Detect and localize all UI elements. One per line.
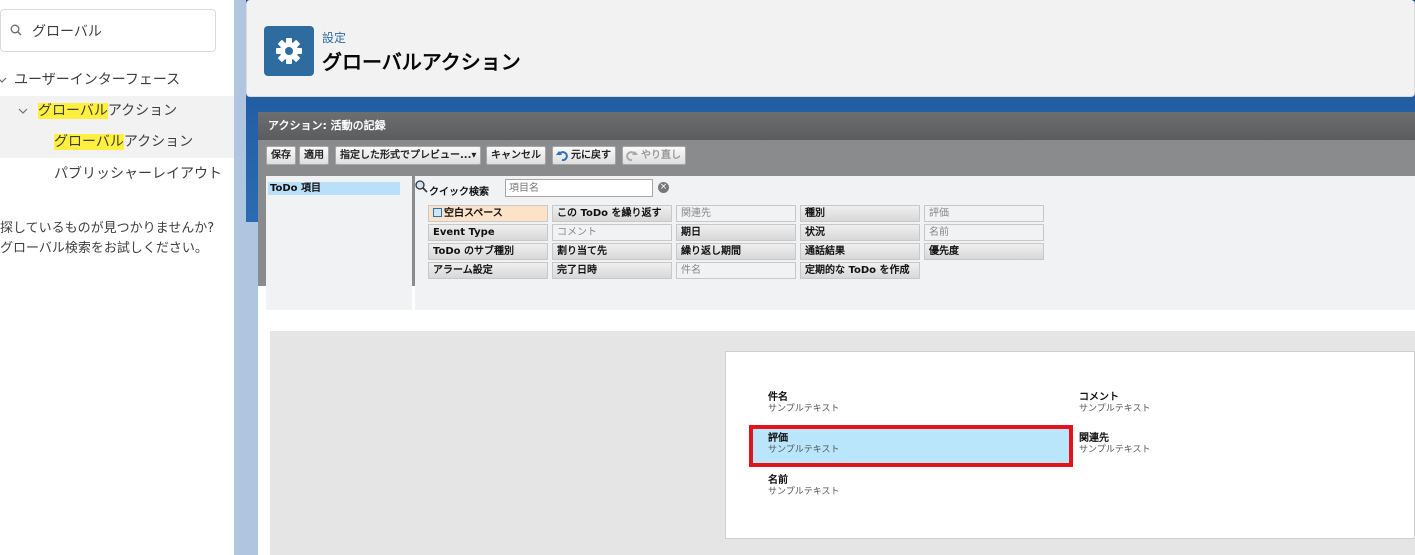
layout-canvas: 件名 サンプルテキスト コメント サンプルテキスト 評価 サンプルテキスト 関連… xyxy=(725,351,1415,539)
tree-item-label: アクション xyxy=(123,134,194,150)
field-sample: サンプルテキスト xyxy=(768,404,840,414)
palette-field[interactable]: アラーム設定 xyxy=(428,262,548,279)
undo-label: 元に戻す xyxy=(571,150,611,161)
palette-field[interactable]: 繰り返し期間 xyxy=(676,243,796,260)
palette-field[interactable]: 通話結果 xyxy=(800,243,920,260)
cancel-button[interactable]: キャンセル xyxy=(486,146,546,165)
redo-icon xyxy=(626,151,638,161)
undo-icon xyxy=(556,151,568,161)
palette-field[interactable]: 種別 xyxy=(800,205,920,222)
palette-field[interactable]: 期日 xyxy=(676,224,796,241)
preview-as-button[interactable]: 指定した形式でプレビュー...▾ xyxy=(335,146,482,165)
tree-item-publisher-layouts[interactable]: パブリッシャーレイアウト xyxy=(0,159,234,190)
palette-field[interactable]: この ToDo を繰り返す xyxy=(552,205,672,222)
field-label: 関連先 xyxy=(1079,433,1109,444)
palette-field[interactable]: 空白スペース xyxy=(428,205,548,222)
palette-field[interactable]: 評価 xyxy=(924,205,1044,222)
tree-item-global-actions-folder[interactable]: グローバルアクション xyxy=(0,96,234,127)
tree-item-label: アクション xyxy=(107,103,178,119)
palette-field[interactable]: ToDo のサブ種別 xyxy=(428,243,548,260)
editor-toolbar: 保存 適用 指定した形式でプレビュー...▾ キャンセル 元に戻す やり直し T… xyxy=(258,140,1415,355)
layout-field-name[interactable]: 名前 サンプルテキスト xyxy=(768,475,1068,498)
field-sample: サンプルテキスト xyxy=(1079,445,1151,455)
palette-field[interactable]: 関連先 xyxy=(676,205,796,222)
page-title: グローバルアクション xyxy=(322,50,521,74)
search-icon xyxy=(415,180,428,193)
tree-item-global-actions[interactable]: グローバルアクション xyxy=(0,127,234,158)
palette-field[interactable]: 定期的な ToDo を作成 xyxy=(800,262,920,279)
palette-field[interactable]: コメント xyxy=(552,224,672,241)
palette-field[interactable]: 名前 xyxy=(924,224,1044,241)
palette-category-list: ToDo 項目 xyxy=(266,176,412,310)
undo-button[interactable]: 元に戻す xyxy=(552,146,616,165)
search-match-highlight: グローバル xyxy=(54,134,124,150)
quick-search-label: クイック検索 xyxy=(429,187,489,198)
tree-item-label: ユーザーインターフェース xyxy=(14,72,181,88)
palette-field-label: 空白スペース xyxy=(444,208,503,219)
palette-field[interactable]: 件名 xyxy=(676,262,796,279)
redo-label: やり直し xyxy=(641,150,681,161)
layout-field-subject[interactable]: 件名 サンプルテキスト xyxy=(768,392,1068,415)
layout-field-rating[interactable]: 評価 サンプルテキスト xyxy=(768,433,1068,456)
chevron-down-icon[interactable] xyxy=(0,75,7,85)
setup-sidebar: グローバル ユーザーインターフェース グローバルアクション グローバルアクション… xyxy=(0,0,234,555)
palette-field[interactable]: 完了日時 xyxy=(552,262,672,279)
layout-canvas-area: 件名 サンプルテキスト コメント サンプルテキスト 評価 サンプルテキスト 関連… xyxy=(270,331,1415,555)
field-label: 名前 xyxy=(768,475,788,486)
layout-field-related[interactable]: 関連先 サンプルテキスト xyxy=(1079,433,1379,456)
not-found-line: 探しているものが見つかりませんか? xyxy=(0,221,215,236)
field-sample: サンプルテキスト xyxy=(768,487,840,497)
field-label: 件名 xyxy=(768,392,788,403)
blank-space-icon xyxy=(433,208,442,217)
palette-field[interactable]: 状況 xyxy=(800,224,920,241)
gear-icon xyxy=(264,26,314,76)
quick-search-input[interactable] xyxy=(505,179,653,197)
search-match-highlight: グローバル xyxy=(38,103,108,119)
palette-field[interactable]: 優先度 xyxy=(924,243,1044,260)
tree-item-user-interface[interactable]: ユーザーインターフェース xyxy=(0,65,234,96)
field-label: 評価 xyxy=(768,433,788,444)
save-button[interactable]: 保存 xyxy=(266,146,296,165)
page-header: 設定 グローバルアクション xyxy=(246,0,1415,97)
not-found-message: 探しているものが見つかりませんか? グローバル検索をお試しください。 xyxy=(0,219,234,259)
field-sample: サンプルテキスト xyxy=(768,445,840,455)
field-palette: クイック検索 × 空白スペース この ToDo を繰り返す関連先種別評価 Event… xyxy=(415,176,1415,355)
redo-button[interactable]: やり直し xyxy=(622,146,686,165)
palette-field[interactable]: 割り当て先 xyxy=(552,243,672,260)
layout-field-comment[interactable]: コメント サンプルテキスト xyxy=(1079,392,1379,415)
layout-editor: アクション: 活動の記録 保存 適用 指定した形式でプレビュー...▾ キャンセ… xyxy=(258,112,1415,555)
chevron-down-icon[interactable] xyxy=(18,106,28,116)
field-sample: サンプルテキスト xyxy=(1079,404,1151,414)
editor-title-bar: アクション: 活動の記録 xyxy=(258,112,1415,140)
palette-field[interactable]: Event Type xyxy=(428,224,548,241)
divider xyxy=(234,0,246,555)
category-todo-fields[interactable]: ToDo 項目 xyxy=(268,182,400,195)
global-search-hint: グローバル検索をお試しください。 xyxy=(0,241,208,256)
search-icon xyxy=(10,24,22,36)
field-label: コメント xyxy=(1079,392,1119,403)
apply-button[interactable]: 適用 xyxy=(299,146,329,165)
tree-item-label: パブリッシャーレイアウト xyxy=(54,166,222,182)
breadcrumb[interactable]: 設定 xyxy=(322,29,346,46)
quick-find-input[interactable]: グローバル xyxy=(32,21,102,41)
quick-find-box[interactable]: グローバル xyxy=(0,9,216,52)
clear-icon[interactable]: × xyxy=(658,182,669,193)
